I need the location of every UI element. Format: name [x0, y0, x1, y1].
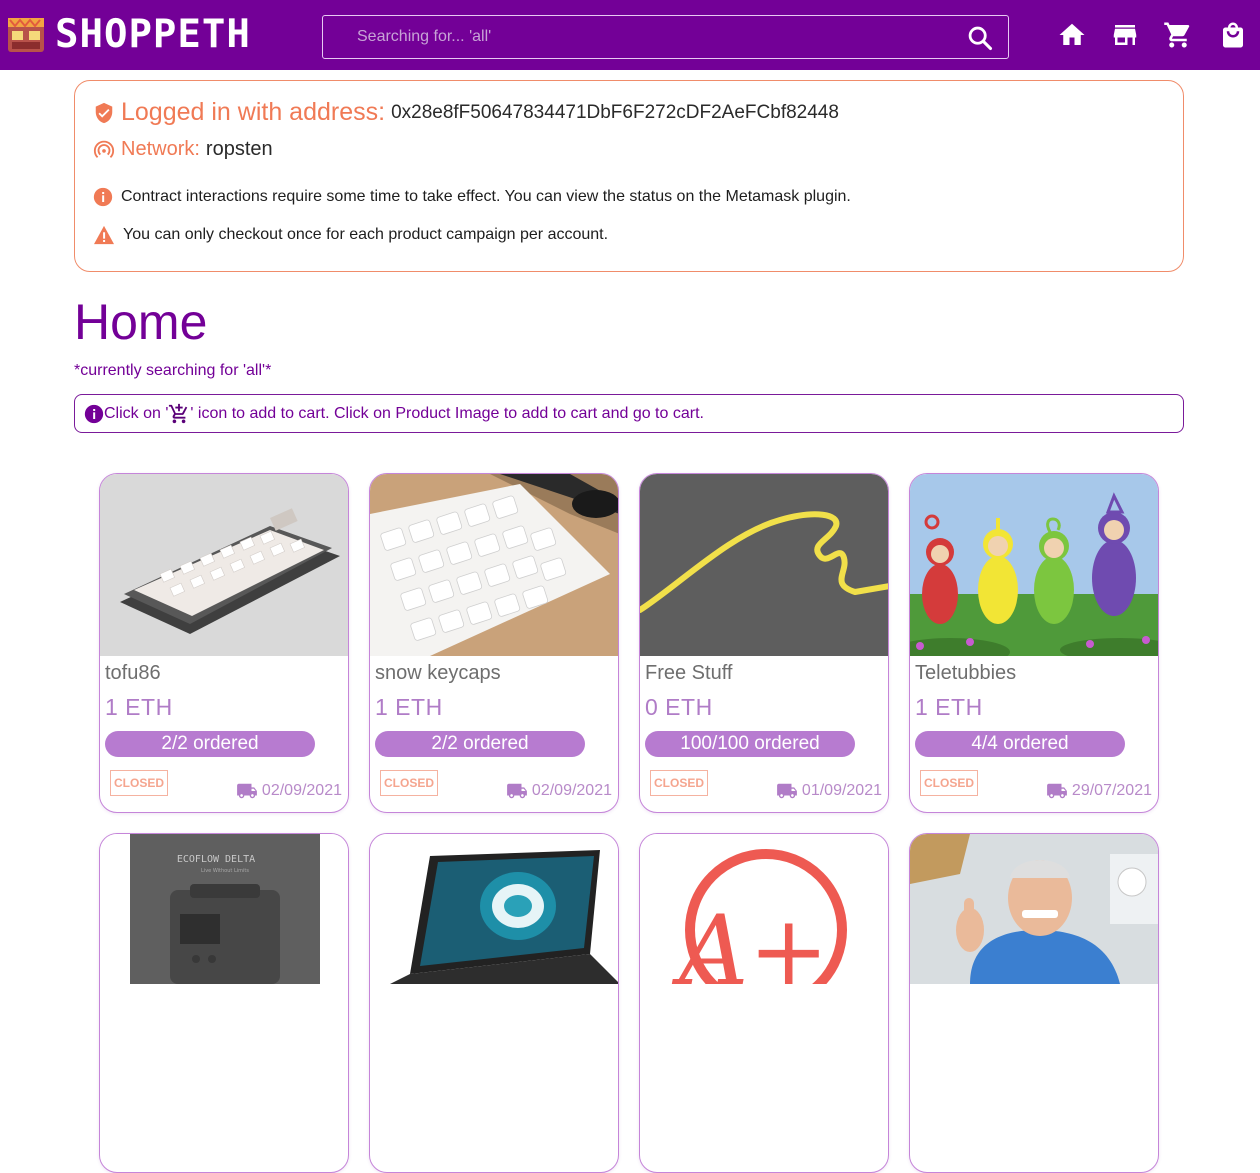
- product-image[interactable]: [370, 474, 619, 656]
- info-icon: [93, 187, 113, 207]
- product-image[interactable]: [910, 474, 1159, 656]
- wallet-address: 0x28e8fF50647834471DbF6F272cDF2AeFCbf824…: [391, 101, 839, 123]
- network-signal-icon: [93, 140, 115, 158]
- cart-icon[interactable]: [1163, 20, 1193, 50]
- page-title: Home: [74, 294, 208, 350]
- truck-icon: [777, 783, 797, 799]
- order-progress: 2/2 ordered: [105, 731, 315, 757]
- delivery-date-text: 02/09/2021: [261, 782, 342, 799]
- order-progress: 4/4 ordered: [915, 731, 1125, 757]
- network-row: Network: ropsten: [93, 138, 273, 161]
- product-price: 1 ETH: [375, 694, 443, 720]
- hint-prefix: Click on ': [104, 404, 169, 422]
- truck-icon: [507, 783, 527, 799]
- keycaps-photo[interactable]: [370, 474, 619, 656]
- product-name: Teletubbies: [915, 662, 1017, 684]
- status-badge: CLOSED: [920, 770, 979, 796]
- store-icon[interactable]: [1110, 20, 1140, 50]
- product-card[interactable]: snow keycaps 1 ETH 2/2 ordered CLOSED 02…: [369, 473, 619, 813]
- keyboard-photo[interactable]: [100, 474, 349, 656]
- product-card[interactable]: [369, 833, 619, 1173]
- search-status-text: *currently searching for 'all'*: [74, 362, 272, 379]
- order-progress: 100/100 ordered: [645, 731, 855, 757]
- delivery-date: 02/09/2021: [506, 782, 612, 800]
- product-image[interactable]: [100, 474, 349, 656]
- search-icon[interactable]: [966, 24, 994, 52]
- network-label: Network:: [121, 138, 200, 160]
- checkout-warning-text: You can only checkout once for each prod…: [123, 226, 609, 243]
- product-image[interactable]: [640, 474, 889, 656]
- thumbs-up-man-photo[interactable]: [910, 834, 1159, 984]
- a-plus-text: A+: [671, 895, 829, 984]
- delivery-date-text: 29/07/2021: [1071, 782, 1152, 799]
- yellow-squiggle-image[interactable]: [640, 474, 889, 656]
- add-to-cart-hint: Click on ' ' icon to add to cart. Click …: [74, 394, 1184, 433]
- login-row: Logged in with address: 0x28e8fF50647834…: [93, 98, 839, 127]
- delivery-date-text: 01/09/2021: [801, 782, 882, 799]
- a-plus-image[interactable]: A+: [640, 834, 889, 984]
- ecoflow-tagline: Live Without Limits: [201, 868, 249, 874]
- delivery-date: 02/09/2021: [236, 782, 342, 800]
- product-name: Free Stuff: [645, 662, 733, 684]
- product-card[interactable]: Teletubbies 1 ETH 4/4 ordered CLOSED 29/…: [909, 473, 1159, 813]
- ecoflow-delta-photo[interactable]: ECOFLOW DELTA Live Without Limits: [100, 834, 349, 984]
- teletubbies-photo[interactable]: [910, 474, 1159, 656]
- product-card[interactable]: A+: [639, 833, 889, 1173]
- product-card[interactable]: Free Stuff 0 ETH 100/100 ordered CLOSED …: [639, 473, 889, 813]
- product-price: 1 ETH: [105, 694, 173, 720]
- status-badge: CLOSED: [380, 770, 439, 796]
- truck-icon: [1047, 783, 1067, 799]
- order-progress: 2/2 ordered: [375, 731, 585, 757]
- product-image[interactable]: [370, 834, 619, 984]
- product-card[interactable]: tofu86 1 ETH 2/2 ordered CLOSED 02/09/20…: [99, 473, 349, 813]
- top-app-bar: SHOPPETH: [0, 0, 1260, 70]
- product-image[interactable]: [910, 834, 1159, 984]
- brand-name[interactable]: SHOPPETH: [55, 14, 251, 56]
- product-image[interactable]: A+: [640, 834, 889, 984]
- search-input[interactable]: [323, 16, 953, 58]
- truck-icon: [237, 783, 257, 799]
- product-price: 0 ETH: [645, 694, 713, 720]
- shopping-bag-icon[interactable]: [1218, 20, 1248, 50]
- product-price: 1 ETH: [915, 694, 983, 720]
- search-box: [322, 15, 1009, 59]
- product-name: tofu86: [105, 662, 161, 684]
- status-badge: CLOSED: [110, 770, 169, 796]
- status-badge: CLOSED: [650, 770, 709, 796]
- product-card[interactable]: ECOFLOW DELTA Live Without Limits: [99, 833, 349, 1173]
- verified-shield-icon: [95, 102, 113, 123]
- warning-note-row: You can only checkout once for each prod…: [93, 225, 608, 245]
- delivery-date-text: 02/09/2021: [531, 782, 612, 799]
- ecoflow-logo-text: ECOFLOW DELTA: [177, 854, 255, 865]
- account-info-panel: Logged in with address: 0x28e8fF50647834…: [74, 80, 1184, 272]
- delivery-date: 29/07/2021: [1046, 782, 1152, 800]
- product-image[interactable]: ECOFLOW DELTA Live Without Limits: [100, 834, 349, 984]
- product-card[interactable]: [909, 833, 1159, 1173]
- hint-suffix: ' icon to add to cart. Click on Product …: [190, 404, 704, 422]
- info-note-row: Contract interactions require some time …: [93, 187, 851, 207]
- product-name: snow keycaps: [375, 662, 501, 684]
- laptop-photo[interactable]: [370, 834, 619, 984]
- shop-logo-icon[interactable]: [7, 14, 45, 54]
- warning-icon: [94, 225, 114, 245]
- delivery-date: 01/09/2021: [776, 782, 882, 800]
- add-shopping-cart-icon: [169, 403, 188, 423]
- network-value: ropsten: [205, 138, 273, 160]
- info-icon: [84, 404, 104, 423]
- contract-info-text: Contract interactions require some time …: [121, 188, 851, 205]
- home-icon[interactable]: [1057, 20, 1087, 50]
- logged-in-label: Logged in with address:: [121, 98, 386, 126]
